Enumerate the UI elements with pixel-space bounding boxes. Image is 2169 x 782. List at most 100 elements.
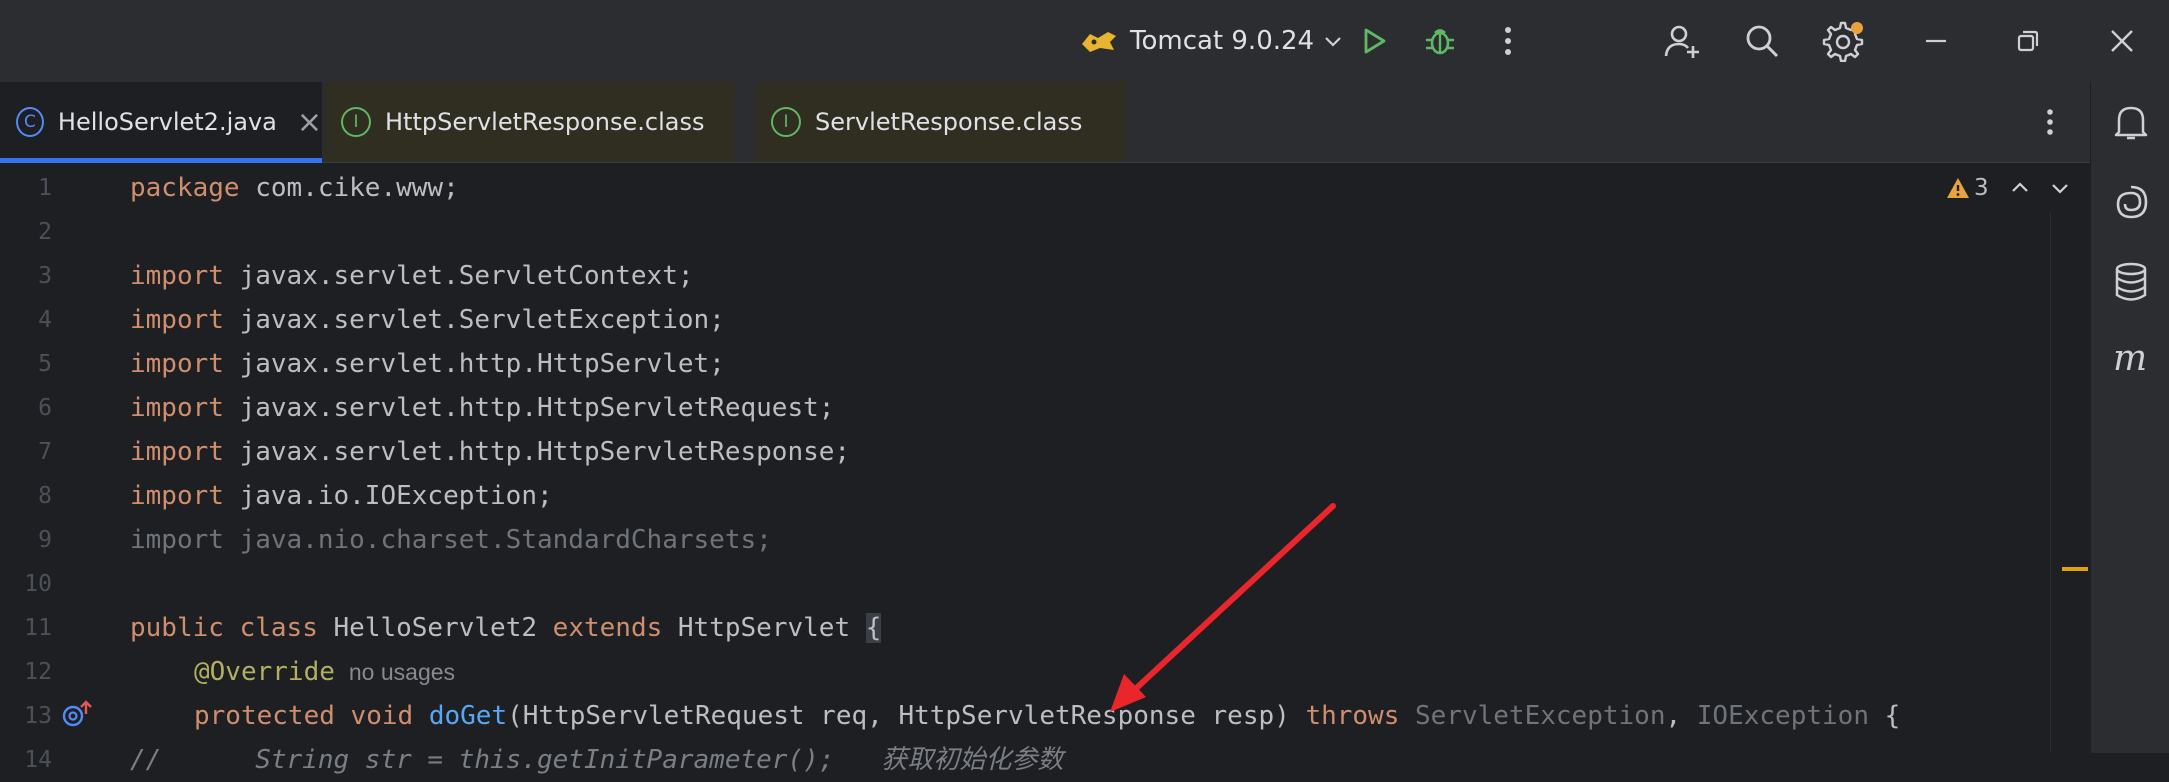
ai-assistant-icon bbox=[2116, 185, 2148, 219]
override-method-icon[interactable] bbox=[60, 698, 94, 732]
chevron-down-icon[interactable] bbox=[2049, 177, 2071, 199]
line-number: 10 bbox=[24, 571, 52, 597]
restore-icon bbox=[2017, 30, 2039, 52]
class-icon: C bbox=[16, 107, 44, 137]
usage-hint[interactable]: no usages bbox=[349, 659, 455, 685]
code-line-14-comment: // String str = this.getInitParameter();… bbox=[130, 745, 1064, 775]
code-line-11: public class HelloServlet2 extends HttpS… bbox=[130, 606, 882, 650]
code-line-6: import javax.servlet.http.HttpServletReq… bbox=[130, 386, 834, 430]
import-path: javax.servlet.ServletContext; bbox=[223, 261, 694, 291]
interface-icon: I bbox=[771, 107, 801, 137]
code-line-1: package com.cike.www; bbox=[130, 166, 459, 210]
title-bar: Tomcat 9.0.24 bbox=[0, 0, 2169, 83]
tab-label: HelloServlet2.java bbox=[57, 108, 277, 136]
tab-httpservletresponse[interactable]: I HttpServletResponse.class bbox=[325, 82, 735, 162]
line-number: 9 bbox=[38, 527, 52, 553]
parent-class: HttpServlet bbox=[677, 613, 851, 643]
class-name: HelloServlet2 bbox=[333, 613, 538, 643]
tab-helloservlet2[interactable]: C HelloServlet2.java × bbox=[0, 82, 322, 163]
annotation: @Override bbox=[194, 657, 335, 687]
tab-close-button[interactable]: × bbox=[297, 105, 322, 140]
keyword: void bbox=[350, 701, 414, 731]
method-name: doGet bbox=[428, 701, 508, 731]
brace: { bbox=[1884, 701, 1901, 731]
chevron-up-icon[interactable] bbox=[2009, 177, 2031, 199]
inspection-widget[interactable]: 3 bbox=[1946, 166, 2071, 210]
debug-button[interactable] bbox=[1418, 13, 1462, 69]
method-params: (HttpServletRequest req, HttpServletResp… bbox=[507, 701, 1290, 731]
code-with-me-button[interactable] bbox=[1660, 13, 1704, 69]
notifications-button[interactable] bbox=[2111, 102, 2151, 142]
search-button[interactable] bbox=[1740, 13, 1784, 69]
line-number: 5 bbox=[38, 351, 52, 377]
more-actions-button[interactable] bbox=[1488, 13, 1528, 69]
svg-text:m: m bbox=[2113, 338, 2147, 378]
code-line-3: import javax.servlet.ServletContext; bbox=[130, 254, 694, 298]
run-configuration-selector[interactable]: Tomcat 9.0.24 bbox=[1080, 20, 1344, 62]
code-line-4: import javax.servlet.ServletException; bbox=[130, 298, 725, 342]
separator: , bbox=[1665, 701, 1682, 731]
chevron-down-icon bbox=[1325, 37, 1341, 47]
keyword: import bbox=[130, 305, 224, 335]
settings-icon bbox=[1822, 21, 1864, 62]
warning-icon bbox=[1947, 178, 1969, 198]
line-number: 12 bbox=[24, 659, 52, 685]
code-line-9-unused-import: import java.nio.charset.StandardCharsets… bbox=[130, 525, 772, 555]
import-path: java.io.IOException; bbox=[223, 481, 553, 511]
code-editor[interactable]: 1 2 3 4 5 6 7 8 9 10 11 12 13 14 package… bbox=[0, 163, 2090, 775]
line-number: 6 bbox=[38, 395, 52, 421]
run-configuration-label: Tomcat 9.0.24 bbox=[1130, 26, 1315, 56]
right-tool-window-bar: m bbox=[2090, 82, 2169, 753]
settings-button[interactable] bbox=[1818, 13, 1868, 69]
tab-label: ServletResponse.class bbox=[815, 108, 1083, 136]
line-number: 3 bbox=[38, 263, 52, 289]
keyword: extends bbox=[552, 613, 663, 643]
keyword: import bbox=[130, 261, 224, 291]
exception-type: ServletException bbox=[1415, 701, 1666, 731]
minimize-button[interactable] bbox=[1914, 13, 1958, 69]
interface-icon: I bbox=[341, 107, 371, 137]
code-line-7: import javax.servlet.http.HttpServletRes… bbox=[130, 430, 850, 474]
tab-more-button[interactable] bbox=[2030, 100, 2070, 144]
keyword: class bbox=[239, 613, 318, 643]
line-number: 8 bbox=[38, 483, 52, 509]
run-button[interactable] bbox=[1352, 13, 1396, 69]
import-path: javax.servlet.http.HttpServletResponse; bbox=[223, 437, 851, 467]
run-icon bbox=[1364, 28, 1386, 54]
tab-label: HttpServletResponse.class bbox=[385, 108, 705, 136]
tab-servletresponse[interactable]: I ServletResponse.class bbox=[755, 82, 1125, 162]
keyword: throws bbox=[1305, 701, 1400, 731]
debug-icon bbox=[1426, 29, 1454, 55]
code-line-8: import java.io.IOException; bbox=[130, 474, 553, 518]
maven-button[interactable]: m bbox=[2111, 338, 2151, 378]
code-line-12: @Override no usages bbox=[194, 650, 455, 694]
add-user-icon bbox=[1664, 25, 1699, 58]
code-line-5: import javax.servlet.http.HttpServlet; bbox=[130, 342, 725, 386]
code-line-13: protected void doGet(HttpServletRequest … bbox=[194, 694, 1900, 738]
import-path: javax.servlet.http.HttpServletRequest; bbox=[223, 393, 835, 423]
keyword: import bbox=[130, 393, 224, 423]
database-button[interactable] bbox=[2111, 262, 2151, 302]
exception-type: IOException bbox=[1696, 701, 1869, 731]
import-path: javax.servlet.http.HttpServlet; bbox=[223, 349, 725, 379]
minimize-icon bbox=[1926, 39, 1946, 43]
line-number-gutter: 1 2 3 4 5 6 7 8 9 10 11 12 13 14 bbox=[0, 163, 115, 773]
keyword: import bbox=[130, 481, 224, 511]
close-icon bbox=[2111, 30, 2133, 52]
maven-icon: m bbox=[2113, 338, 2147, 378]
search-icon bbox=[1746, 25, 1779, 58]
line-number: 7 bbox=[38, 439, 52, 465]
ai-assistant-button[interactable] bbox=[2111, 182, 2151, 222]
keyword: package bbox=[130, 173, 240, 203]
restore-button[interactable] bbox=[2006, 13, 2050, 69]
more-vertical-icon bbox=[1505, 27, 1511, 55]
editor-scrollbar[interactable] bbox=[2050, 212, 2069, 753]
keyword: protected bbox=[194, 701, 335, 731]
editor-tab-bar: C HelloServlet2.java × I HttpServletResp… bbox=[0, 82, 2090, 163]
warning-stripe-marker[interactable] bbox=[2062, 567, 2088, 571]
close-window-button[interactable] bbox=[2100, 13, 2144, 69]
more-vertical-icon bbox=[2047, 109, 2053, 135]
line-number: 4 bbox=[38, 307, 52, 333]
keyword: import bbox=[130, 437, 224, 467]
tomcat-icon bbox=[1082, 32, 1116, 52]
